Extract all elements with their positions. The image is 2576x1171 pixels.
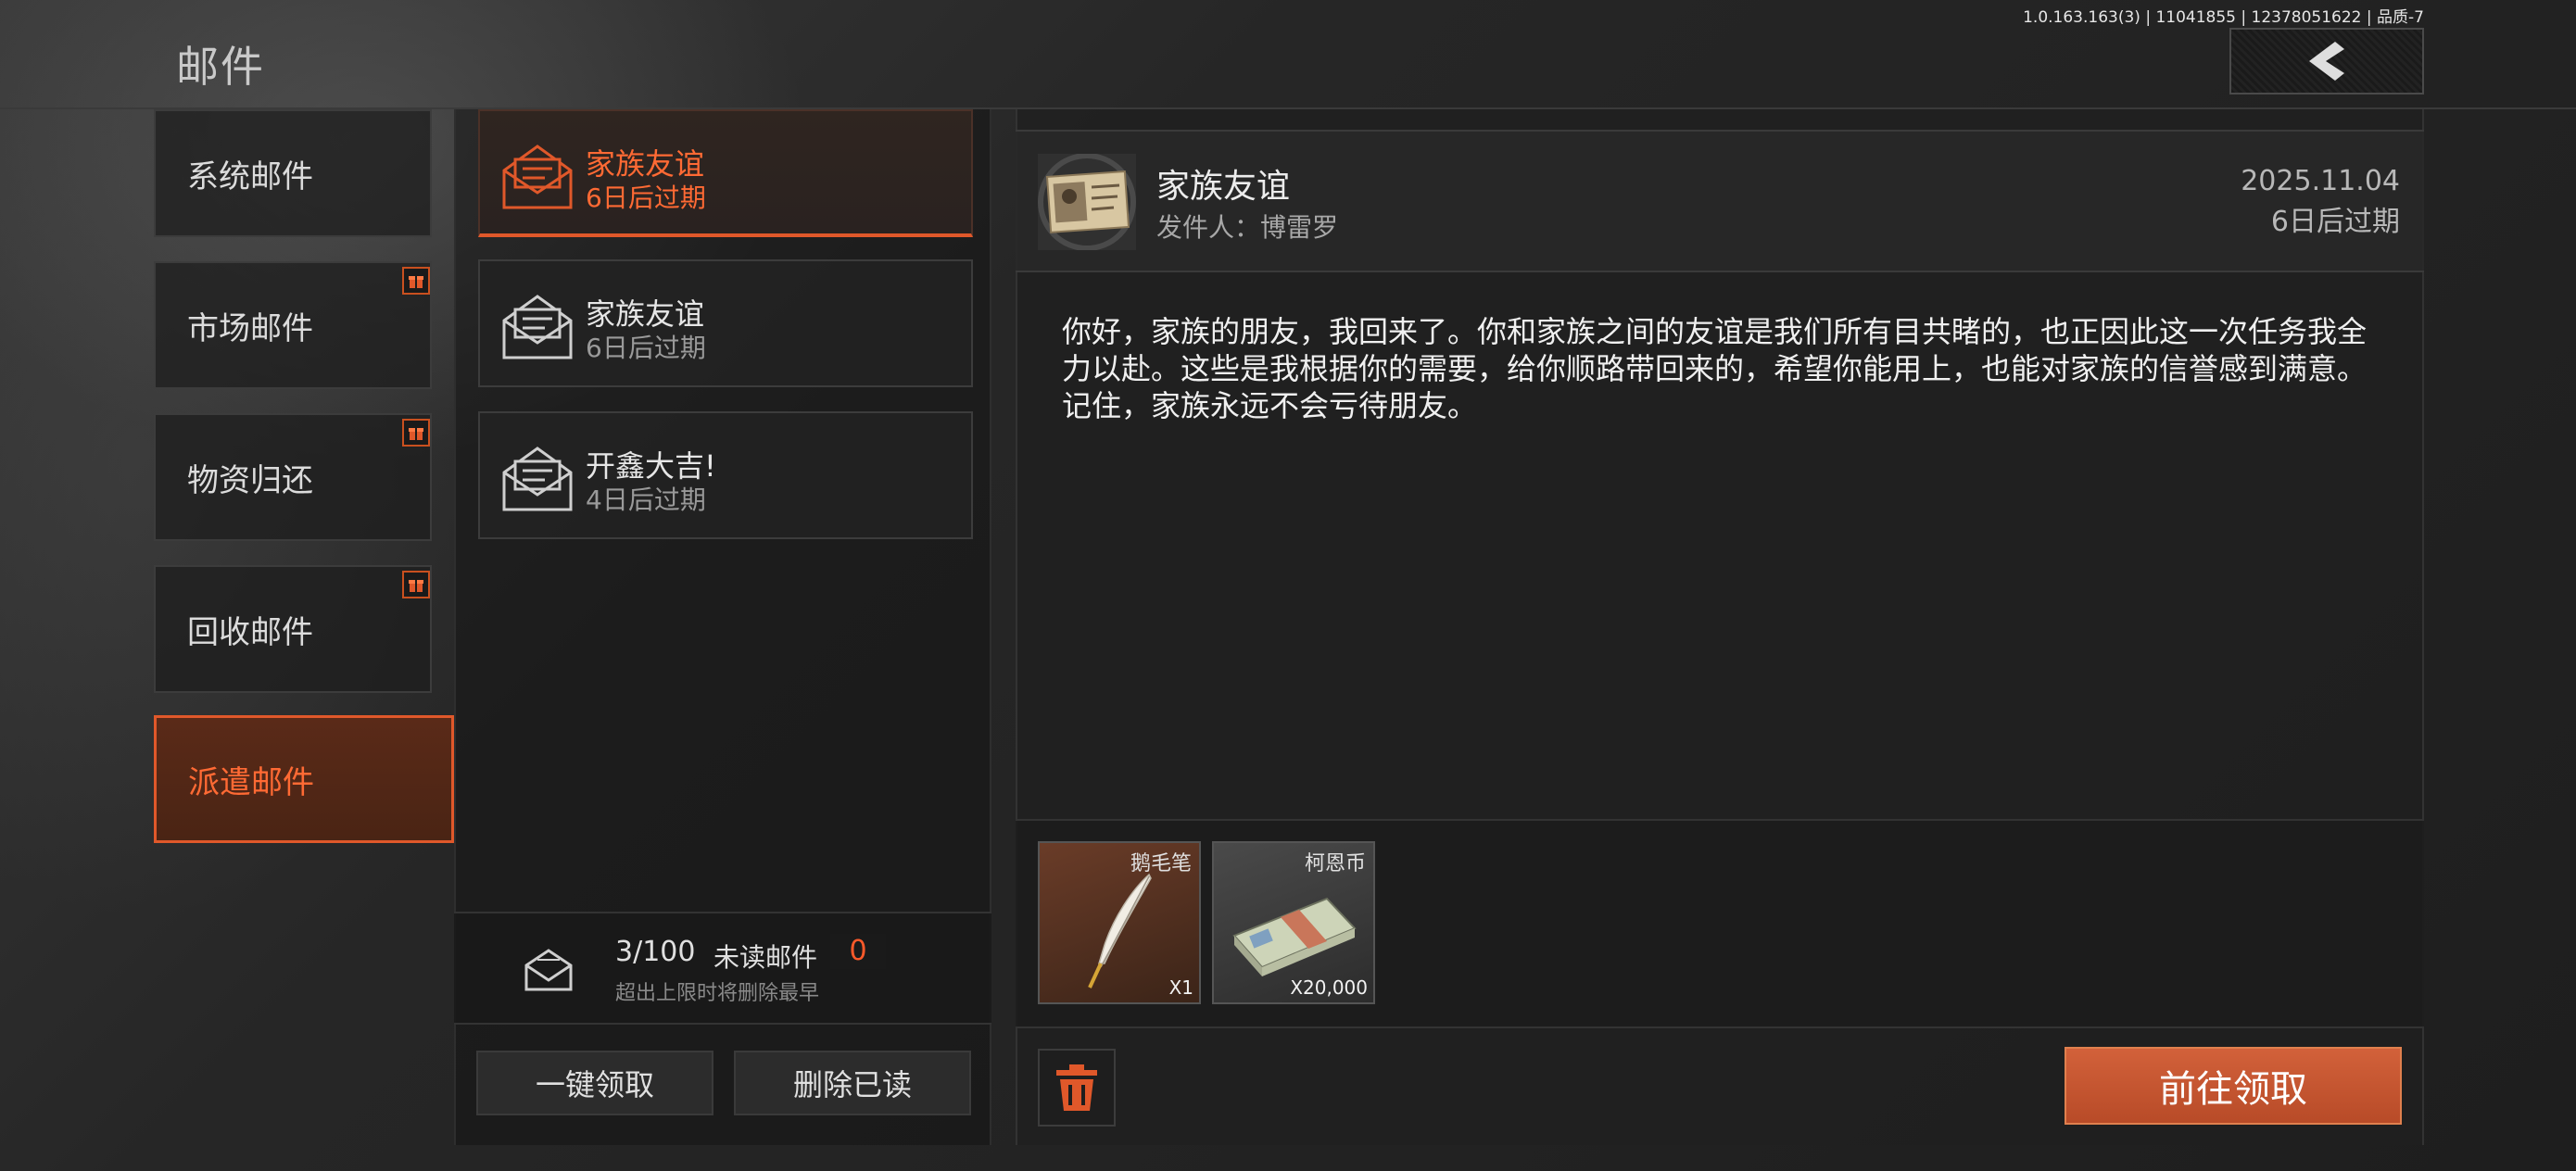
category-supply-return[interactable]: 物资归还 [154, 413, 432, 541]
gift-badge-icon [402, 571, 430, 598]
mail-body-text: 你好，家族的朋友，我回来了。你和家族之间的友谊是我们所有目共睹的，也正因此这一次… [1062, 314, 2368, 423]
mail-sender: 发件人：博雷罗 [1156, 212, 1339, 243]
category-label: 物资归还 [187, 461, 313, 499]
mailbox-icon [524, 949, 573, 991]
unread-count-badge: 0 [830, 934, 886, 969]
mail-expiry: 6日后过期 [586, 333, 706, 363]
category-dispatch-mail[interactable]: 派遣邮件 [154, 715, 454, 843]
attachment-name: 柯恩币 [1304, 852, 1366, 875]
back-button[interactable] [2229, 28, 2424, 94]
mail-list-item[interactable]: 家族友谊 6日后过期 [478, 259, 973, 387]
gift-badge-icon [402, 267, 430, 295]
category-market-mail[interactable]: 市场邮件 [154, 261, 432, 389]
envelope-icon [502, 295, 573, 359]
attachment-quantity: X1 [1168, 976, 1193, 999]
envelope-icon [502, 447, 573, 511]
attachment-name: 鹅毛笔 [1130, 852, 1192, 875]
mail-count: 3/100 [615, 936, 696, 968]
sender-avatar [1038, 153, 1136, 251]
mail-list-item[interactable]: 开鑫大吉! 4日后过期 [478, 411, 973, 539]
version-info: 1.0.163.163(3) | 11041855 | 12378051622 … [2023, 8, 2424, 27]
category-label: 派遣邮件 [188, 763, 314, 801]
mail-detail-title: 家族友谊 [1156, 168, 1291, 206]
trash-icon [1056, 1064, 1097, 1111]
envelope-icon [502, 145, 573, 209]
chevron-left-icon [2309, 42, 2344, 81]
mail-stats: 3/100 未读邮件 0 超出上限时将删除最早 [454, 912, 991, 1025]
mail-list-item[interactable]: 家族友谊 6日后过期 [478, 109, 973, 237]
attachment-quantity: X20,000 [1290, 976, 1368, 999]
gift-badge-icon [402, 419, 430, 447]
category-recycle-mail[interactable]: 回收邮件 [154, 565, 432, 693]
unread-label: 未读邮件 [713, 942, 818, 973]
mail-expiry: 4日后过期 [586, 485, 706, 515]
category-label: 市场邮件 [187, 309, 313, 347]
mail-date: 2025.11.04 [2241, 165, 2400, 197]
delete-read-button[interactable]: 删除已读 [734, 1051, 971, 1115]
category-system-mail[interactable]: 系统邮件 [154, 109, 432, 237]
category-label: 系统邮件 [187, 157, 313, 195]
letter-portrait-icon [1038, 153, 1136, 251]
category-label: 回收邮件 [187, 613, 313, 651]
limit-note: 超出上限时将删除最早 [615, 982, 820, 1005]
mail-expiry: 6日后过期 [586, 183, 706, 213]
delete-mail-button[interactable] [1038, 1049, 1116, 1127]
cash-stack-icon [1232, 897, 1357, 976]
bulk-claim-button[interactable]: 一键领取 [476, 1051, 713, 1115]
claim-rewards-button[interactable]: 前往领取 [2065, 1047, 2402, 1125]
attachment-item[interactable]: 柯恩币 X20,000 [1212, 841, 1375, 1004]
attachment-item[interactable]: 鹅毛笔 X1 [1038, 841, 1201, 1004]
quill-icon [1088, 873, 1152, 988]
mail-detail-expiry: 6日后过期 [2270, 206, 2400, 238]
page-title: 邮件 [176, 42, 265, 92]
